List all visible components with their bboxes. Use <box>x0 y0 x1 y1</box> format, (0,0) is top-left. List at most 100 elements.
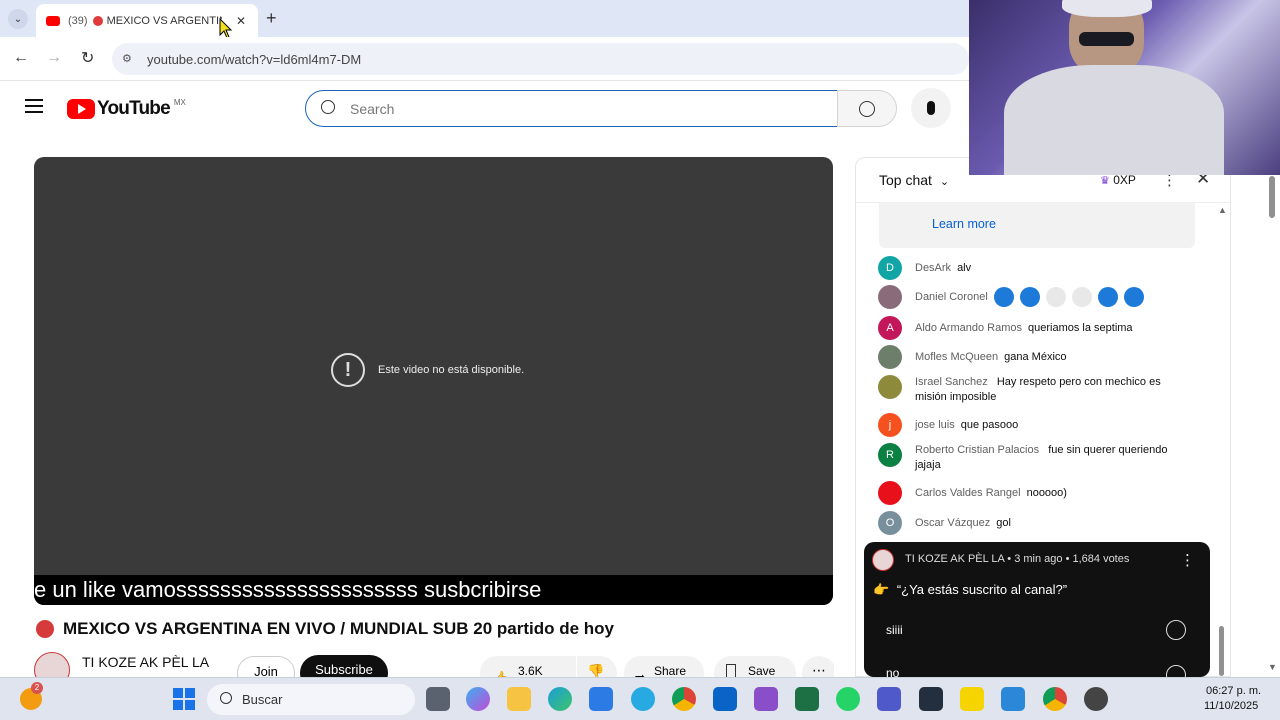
avatar <box>878 345 902 369</box>
chat-author[interactable]: Mofles McQueen <box>915 350 998 365</box>
webcam-overlay <box>969 0 1280 175</box>
back-icon[interactable]: ← <box>13 49 29 67</box>
save-label: Save <box>748 664 776 677</box>
person-glasses <box>1079 32 1134 46</box>
live-dot-icon <box>36 620 54 638</box>
amazon-music-icon[interactable] <box>919 687 943 711</box>
avatar <box>878 375 902 399</box>
subscribe-button[interactable]: Subscribe <box>300 655 388 677</box>
learn-more-banner: Learn more <box>879 203 1195 248</box>
poll-option[interactable]: siiii <box>874 615 1200 645</box>
chat-mode-dropdown[interactable]: Top chat ⌄ <box>879 172 949 188</box>
chevron-down-icon: ⌄ <box>939 176 950 188</box>
chat-author[interactable]: Daniel Coronel <box>915 290 988 305</box>
chat-text: alv <box>957 261 972 274</box>
dislike-button[interactable]: 👎 <box>577 656 617 677</box>
taskbar: 2 Buscar 06:27 p. m. 11/10/2025 <box>0 677 1280 720</box>
forward-icon[interactable]: → <box>46 49 62 67</box>
file-explorer-icon[interactable] <box>507 687 531 711</box>
youtube-favicon-icon <box>46 15 60 26</box>
chat-scrollbar[interactable] <box>1219 626 1224 676</box>
blue-circle-emoji-icon <box>1097 287 1118 307</box>
chat-author[interactable]: Israel Sanchez <box>915 376 988 388</box>
error-message: ! Este video no está disponible. <box>331 353 524 387</box>
chat-author[interactable]: Roberto Cristian Palacios <box>915 444 1039 456</box>
avatar: O <box>878 511 902 535</box>
video-player[interactable]: ! Este video no está disponible. e un li… <box>34 157 833 605</box>
poll-menu-icon[interactable]: ⋮ <box>1180 551 1195 569</box>
poll-option-label: siiii <box>886 623 903 637</box>
app-icon[interactable] <box>631 687 655 711</box>
notification-badge: 2 <box>31 682 43 694</box>
copilot-icon[interactable] <box>466 687 490 711</box>
more-actions-button[interactable]: ⋯ <box>802 656 834 677</box>
app-icon[interactable] <box>1001 687 1025 711</box>
chat-author[interactable]: Aldo Armando Ramos <box>915 321 1022 336</box>
channel-name[interactable]: TI KOZE AK PÈL LA <box>82 654 209 670</box>
white-circle-emoji-icon <box>1071 287 1092 307</box>
chat-author[interactable]: DesArk <box>915 261 951 276</box>
search-button[interactable] <box>837 90 897 127</box>
search-icon <box>220 692 232 704</box>
join-button[interactable]: Join <box>237 656 295 677</box>
search-placeholder: Search <box>350 100 395 117</box>
youtube-logo-text: YouTube <box>97 98 171 119</box>
blue-circle-emoji-icon <box>993 287 1014 307</box>
site-info-icon[interactable]: ⚙ <box>122 52 132 65</box>
taskbar-search[interactable]: Buscar <box>207 684 415 715</box>
thumbs-down-icon: 👎 <box>587 663 605 677</box>
channel-avatar[interactable] <box>34 652 70 677</box>
notepad-icon[interactable] <box>754 687 778 711</box>
edge-icon[interactable] <box>548 687 572 711</box>
chat-message: D DesArk alv <box>878 256 1198 280</box>
url-field[interactable]: ⚙ youtube.com/watch?v=ld6ml4m7-DM <box>112 43 969 75</box>
chat-author[interactable]: Carlos Valdes Rangel <box>915 486 1021 501</box>
recording-app-icon[interactable] <box>1084 687 1108 711</box>
share-button[interactable]: ➦ Share <box>624 656 704 677</box>
chat-author[interactable]: Oscar Vázquez <box>915 516 990 531</box>
new-tab-button[interactable]: + <box>266 8 277 29</box>
voice-search-button[interactable] <box>911 88 951 128</box>
poll-meta: TI KOZE AK PÈL LA • 3 min ago • 1,684 vo… <box>905 553 1130 565</box>
chat-scroll-up-icon[interactable]: ▲ <box>1218 205 1227 215</box>
subscribe-label: Subscribe <box>315 662 373 677</box>
scroll-down-icon[interactable]: ▼ <box>1268 662 1277 672</box>
youtube-logo[interactable]: YouTube MX <box>67 98 186 120</box>
clock-time[interactable]: 06:27 p. m. <box>1206 685 1261 697</box>
chat-message: Daniel Coronel <box>878 285 1198 309</box>
windows-start-icon[interactable] <box>173 688 195 710</box>
tab-close-icon[interactable]: ✕ <box>236 14 246 28</box>
outlook-icon[interactable] <box>713 687 737 711</box>
blue-circle-emoji-icon <box>1019 287 1040 307</box>
xp-badge[interactable]: ♛ 0XP <box>1100 173 1136 187</box>
chrome-icon[interactable] <box>672 687 696 711</box>
tab-search-button[interactable]: ⌄ <box>8 9 28 29</box>
chat-author[interactable]: jose luis <box>915 418 955 433</box>
poll-question: 👉 “¿Ya estás suscrito al canal?” <box>873 582 1067 598</box>
sticky-notes-icon[interactable] <box>960 687 984 711</box>
video-title: MEXICO VS ARGENTINA EN VIVO / MUNDIAL SU… <box>36 619 614 639</box>
avatar: D <box>878 256 902 280</box>
clock-date[interactable]: 11/10/2025 <box>1204 700 1258 712</box>
excel-icon[interactable] <box>795 687 819 711</box>
store-icon[interactable] <box>589 687 613 711</box>
task-view-icon[interactable] <box>426 687 450 711</box>
avatar <box>878 285 902 309</box>
ticker-text: e un like vamossssssssssssssssssssss sus… <box>34 575 833 605</box>
crown-icon: ♛ <box>1100 175 1110 187</box>
chrome-icon[interactable] <box>1043 687 1067 711</box>
reload-icon[interactable]: ↻ <box>81 48 94 68</box>
chat-message: O Oscar Vázquez gol <box>878 511 1198 535</box>
poll-option[interactable]: no <box>874 660 1200 677</box>
save-button[interactable]: Save <box>714 656 796 677</box>
search-input[interactable]: Search <box>305 90 838 127</box>
learn-more-link[interactable]: Learn more <box>932 217 996 231</box>
chat-message: A Aldo Armando Ramos queriamos la septim… <box>878 316 1198 340</box>
menu-icon[interactable] <box>25 99 43 113</box>
whatsapp-icon[interactable] <box>836 687 860 711</box>
teams-icon[interactable] <box>877 687 901 711</box>
person-cap <box>1062 0 1152 17</box>
tab-title: MEXICO VS ARGENTIN... <box>106 14 222 27</box>
like-button[interactable]: 👍 3.6K <box>480 656 576 677</box>
page-scrollbar[interactable] <box>1269 176 1275 218</box>
